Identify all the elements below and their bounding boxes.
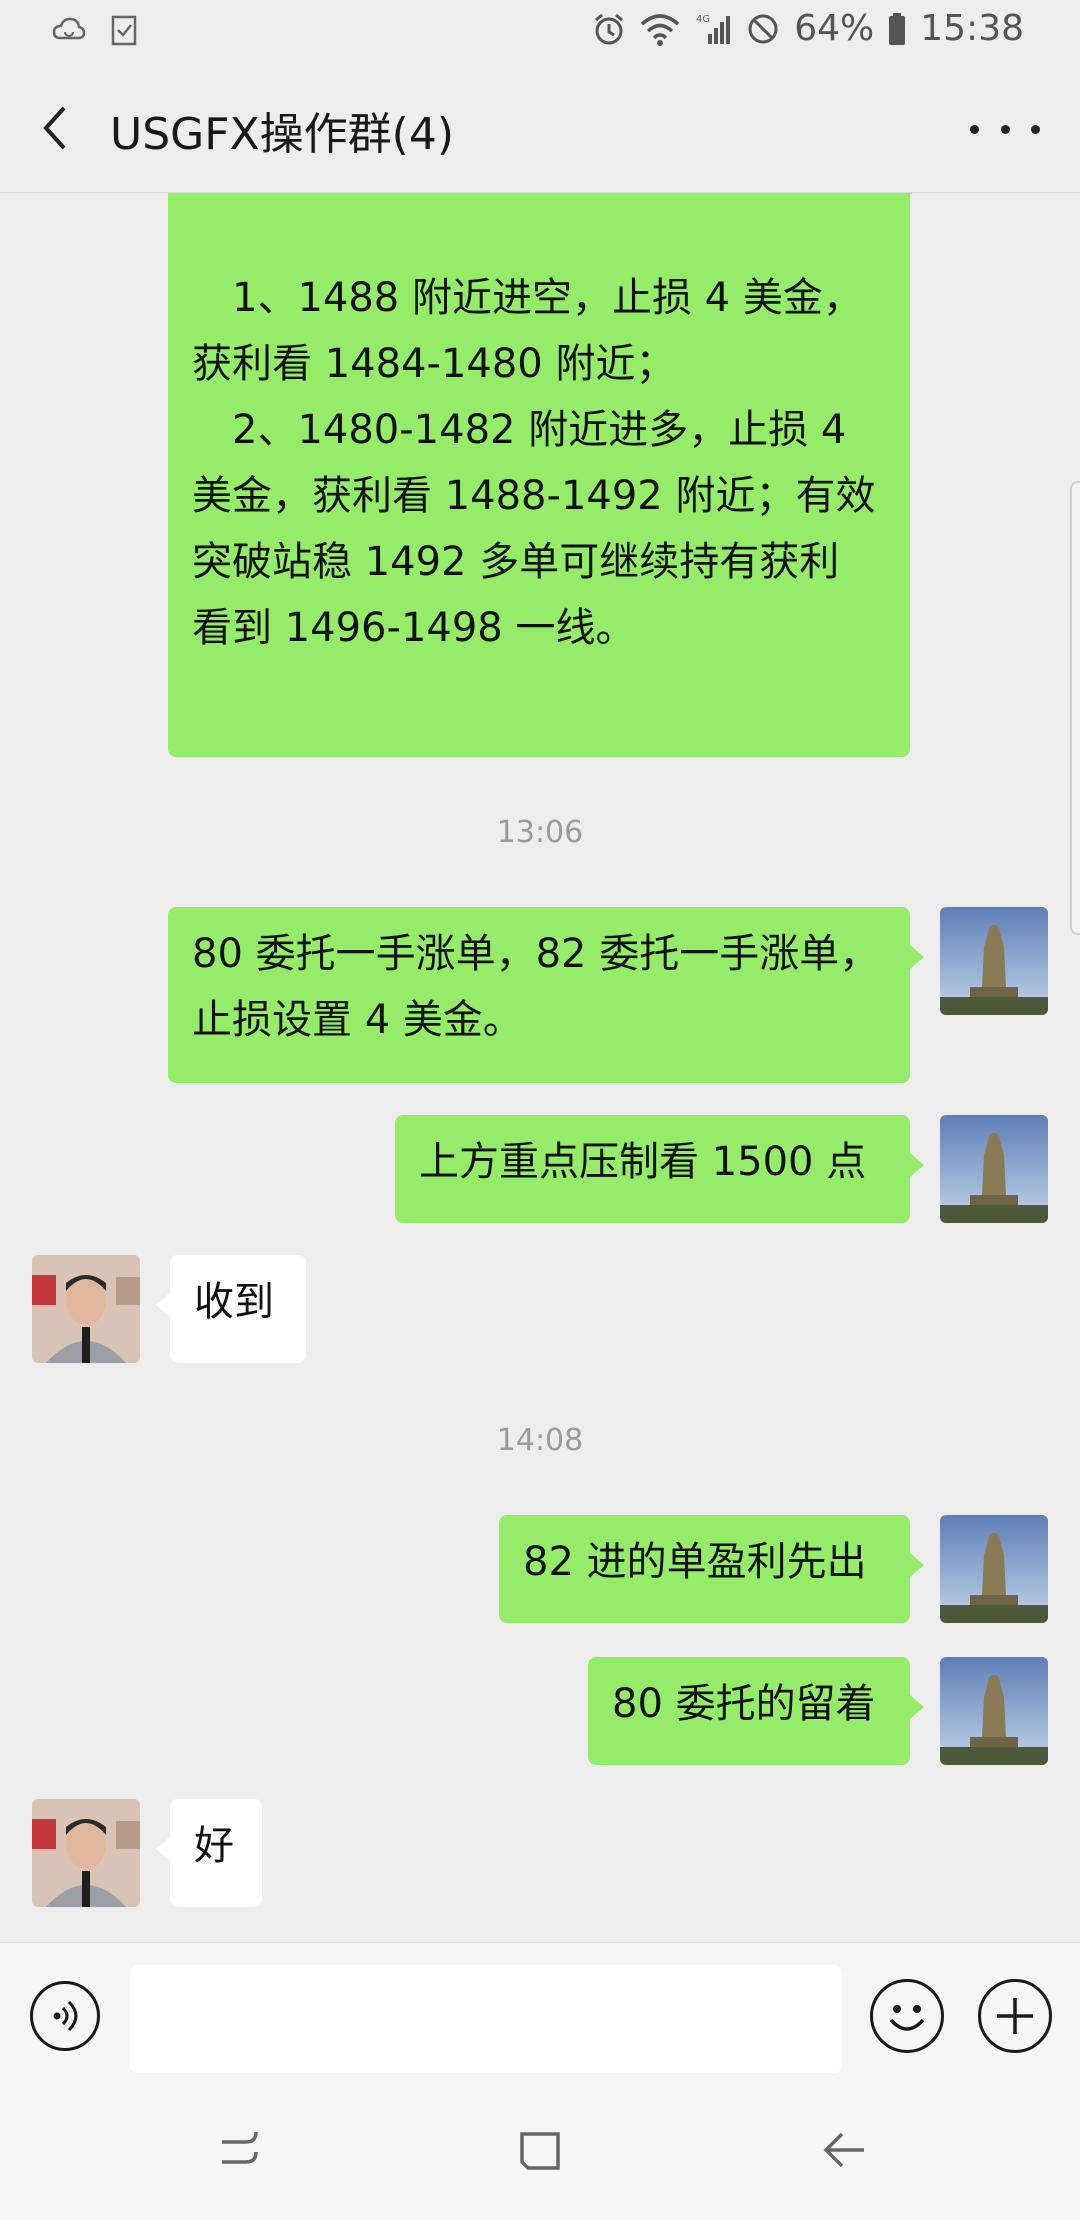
- message-bubble[interactable]: 上方重点压制看 1500 点: [395, 1115, 924, 1223]
- message-line: 1、1488 附近进空，止损 4 美金，: [192, 275, 863, 321]
- plus-button[interactable]: [978, 1979, 1052, 2053]
- battery-percent: 64%: [794, 8, 875, 49]
- home-button[interactable]: [508, 2118, 572, 2182]
- my-avatar[interactable]: [940, 1115, 1048, 1223]
- message-bubble[interactable]: 1、1488 附近进空，止损 4 美金， 获利看 1484-1480 附近； 2…: [168, 193, 924, 757]
- message-line: 2、1480-1482 附近进多，止损 4: [192, 407, 847, 453]
- emoji-icon: [889, 2005, 925, 2031]
- back-icon: [43, 106, 66, 150]
- message-bubble[interactable]: 80 委托一手涨单，82 委托一手涨单， 止损设置 4 美金。: [168, 907, 924, 1083]
- message-line: 看到 1496-1498 一线。: [192, 605, 636, 651]
- clipboard-check-icon: [110, 14, 138, 46]
- message-line: 美金，获利看 1488-1492 附近；有效: [192, 473, 876, 519]
- more-icon-dot: [1000, 124, 1010, 134]
- alarm-icon: [592, 12, 626, 46]
- message-line: 收到: [194, 1279, 274, 1325]
- message-line: 获利看 1484-1480 附近；: [192, 341, 676, 387]
- emoji-button[interactable]: [870, 1979, 944, 2053]
- more-button[interactable]: [970, 104, 1040, 154]
- message-line: 止损设置 4 美金。: [192, 997, 523, 1043]
- my-avatar[interactable]: [940, 1657, 1048, 1765]
- input-bar: [0, 1942, 1080, 2079]
- message-input[interactable]: [130, 1965, 842, 2073]
- title-bar: USGFX操作群(4): [0, 64, 1080, 193]
- message-line: 上方重点压制看 1500 点: [419, 1139, 867, 1185]
- message-line: 82 进的单盈利先出: [523, 1539, 867, 1585]
- contact-avatar[interactable]: [32, 1799, 140, 1907]
- message-line: 80 委托的留着: [612, 1681, 876, 1727]
- message-bubble[interactable]: 收到: [156, 1255, 306, 1363]
- dnd-icon: [746, 12, 780, 46]
- svg-text:4G: 4G: [696, 14, 710, 25]
- chat-area[interactable]: 1、1488 附近进空，止损 4 美金， 获利看 1484-1480 附近； 2…: [0, 193, 1080, 1940]
- page-title: USGFX操作群(4): [110, 109, 455, 160]
- plus-icon: [997, 1998, 1033, 2034]
- status-bar: 4G 64% 15:38: [0, 0, 1080, 64]
- message-line: 80 委托一手涨单，82 委托一手涨单，: [192, 931, 880, 977]
- voice-button[interactable]: [30, 1981, 100, 2051]
- more-icon: [970, 124, 979, 134]
- cloud-sync-icon: [52, 16, 86, 44]
- wifi-icon: [640, 12, 680, 46]
- signal-icon: 4G: [694, 12, 732, 46]
- more-icon-dot: [1031, 124, 1040, 134]
- message-line: [192, 199, 886, 265]
- recent-apps-icon: [222, 2131, 258, 2164]
- battery-icon: [888, 12, 906, 46]
- message-bubble[interactable]: 80 委托的留着: [588, 1657, 924, 1765]
- my-avatar[interactable]: [940, 907, 1048, 1015]
- status-time: 15:38: [920, 8, 1024, 49]
- back-nav-icon: [823, 2132, 864, 2168]
- back-button[interactable]: [26, 94, 82, 162]
- contact-avatar[interactable]: [32, 1255, 140, 1363]
- scroll-indicator[interactable]: [1070, 481, 1080, 935]
- message-bubble[interactable]: 好: [156, 1799, 262, 1907]
- voice-icon: [53, 2000, 78, 2032]
- my-avatar[interactable]: [940, 1515, 1048, 1623]
- back-nav-button[interactable]: [812, 2118, 876, 2182]
- home-icon: [520, 2132, 560, 2170]
- timestamp: 13:06: [496, 815, 584, 850]
- recent-apps-button[interactable]: [208, 2118, 272, 2182]
- message-line: 好: [194, 1823, 234, 1869]
- system-nav-bar: [0, 2078, 1080, 2220]
- timestamp: 14:08: [496, 1423, 584, 1458]
- message-bubble[interactable]: 82 进的单盈利先出: [499, 1515, 924, 1623]
- message-line: 突破站稳 1492 多单可继续持有获利: [192, 539, 840, 585]
